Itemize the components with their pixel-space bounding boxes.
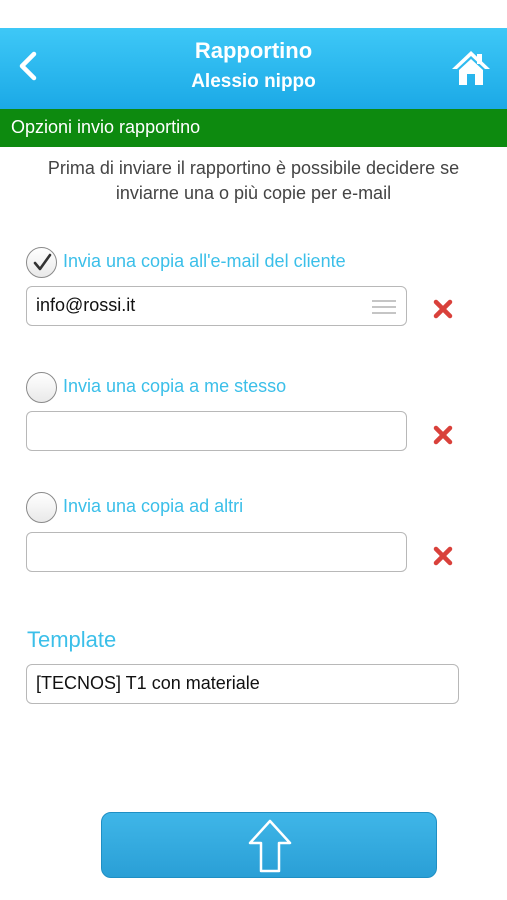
delete-client-email-icon[interactable] bbox=[432, 298, 454, 320]
delete-others-email-icon[interactable] bbox=[432, 545, 454, 567]
option-label-client-email[interactable]: Invia una copia all'e-mail del cliente bbox=[63, 251, 346, 272]
page-title: Rapportino bbox=[194, 38, 313, 63]
client-email-field[interactable]: info@rossi.it bbox=[26, 286, 407, 326]
others-email-field[interactable] bbox=[26, 532, 407, 572]
option-label-self[interactable]: Invia una copia a me stesso bbox=[63, 376, 286, 397]
template-select[interactable]: [TECNOS] T1 con materiale bbox=[26, 664, 459, 704]
status-bar bbox=[0, 0, 507, 28]
home-icon bbox=[452, 51, 490, 85]
intro-text: Prima di inviare il rapportino è possibi… bbox=[0, 156, 507, 206]
drag-handle-icon[interactable] bbox=[372, 300, 396, 318]
template-value: [TECNOS] T1 con materiale bbox=[36, 673, 260, 693]
template-label: Template bbox=[27, 627, 117, 652]
checkmark-icon bbox=[33, 253, 52, 271]
option-label-others[interactable]: Invia una copia ad altri bbox=[63, 496, 243, 517]
home-button[interactable] bbox=[449, 48, 493, 88]
self-email-field[interactable] bbox=[26, 411, 407, 451]
intro-line-2: inviarne una o più copie per e-mail bbox=[115, 183, 392, 203]
radio-client-email[interactable] bbox=[26, 247, 57, 278]
intro-line-1: Prima di inviare il rapportino è possibi… bbox=[47, 158, 460, 178]
delete-self-email-icon[interactable] bbox=[432, 424, 454, 446]
submit-button[interactable] bbox=[101, 812, 437, 878]
radio-self[interactable] bbox=[26, 372, 57, 403]
app-header: Rapportino Alessio nippo bbox=[0, 28, 507, 109]
client-email-value: info@rossi.it bbox=[36, 295, 136, 315]
page-subtitle: Alessio nippo bbox=[191, 71, 316, 92]
radio-others[interactable] bbox=[26, 492, 57, 523]
section-title-bar: Opzioni invio rapportino bbox=[0, 109, 507, 147]
arrow-up-icon bbox=[248, 819, 292, 873]
